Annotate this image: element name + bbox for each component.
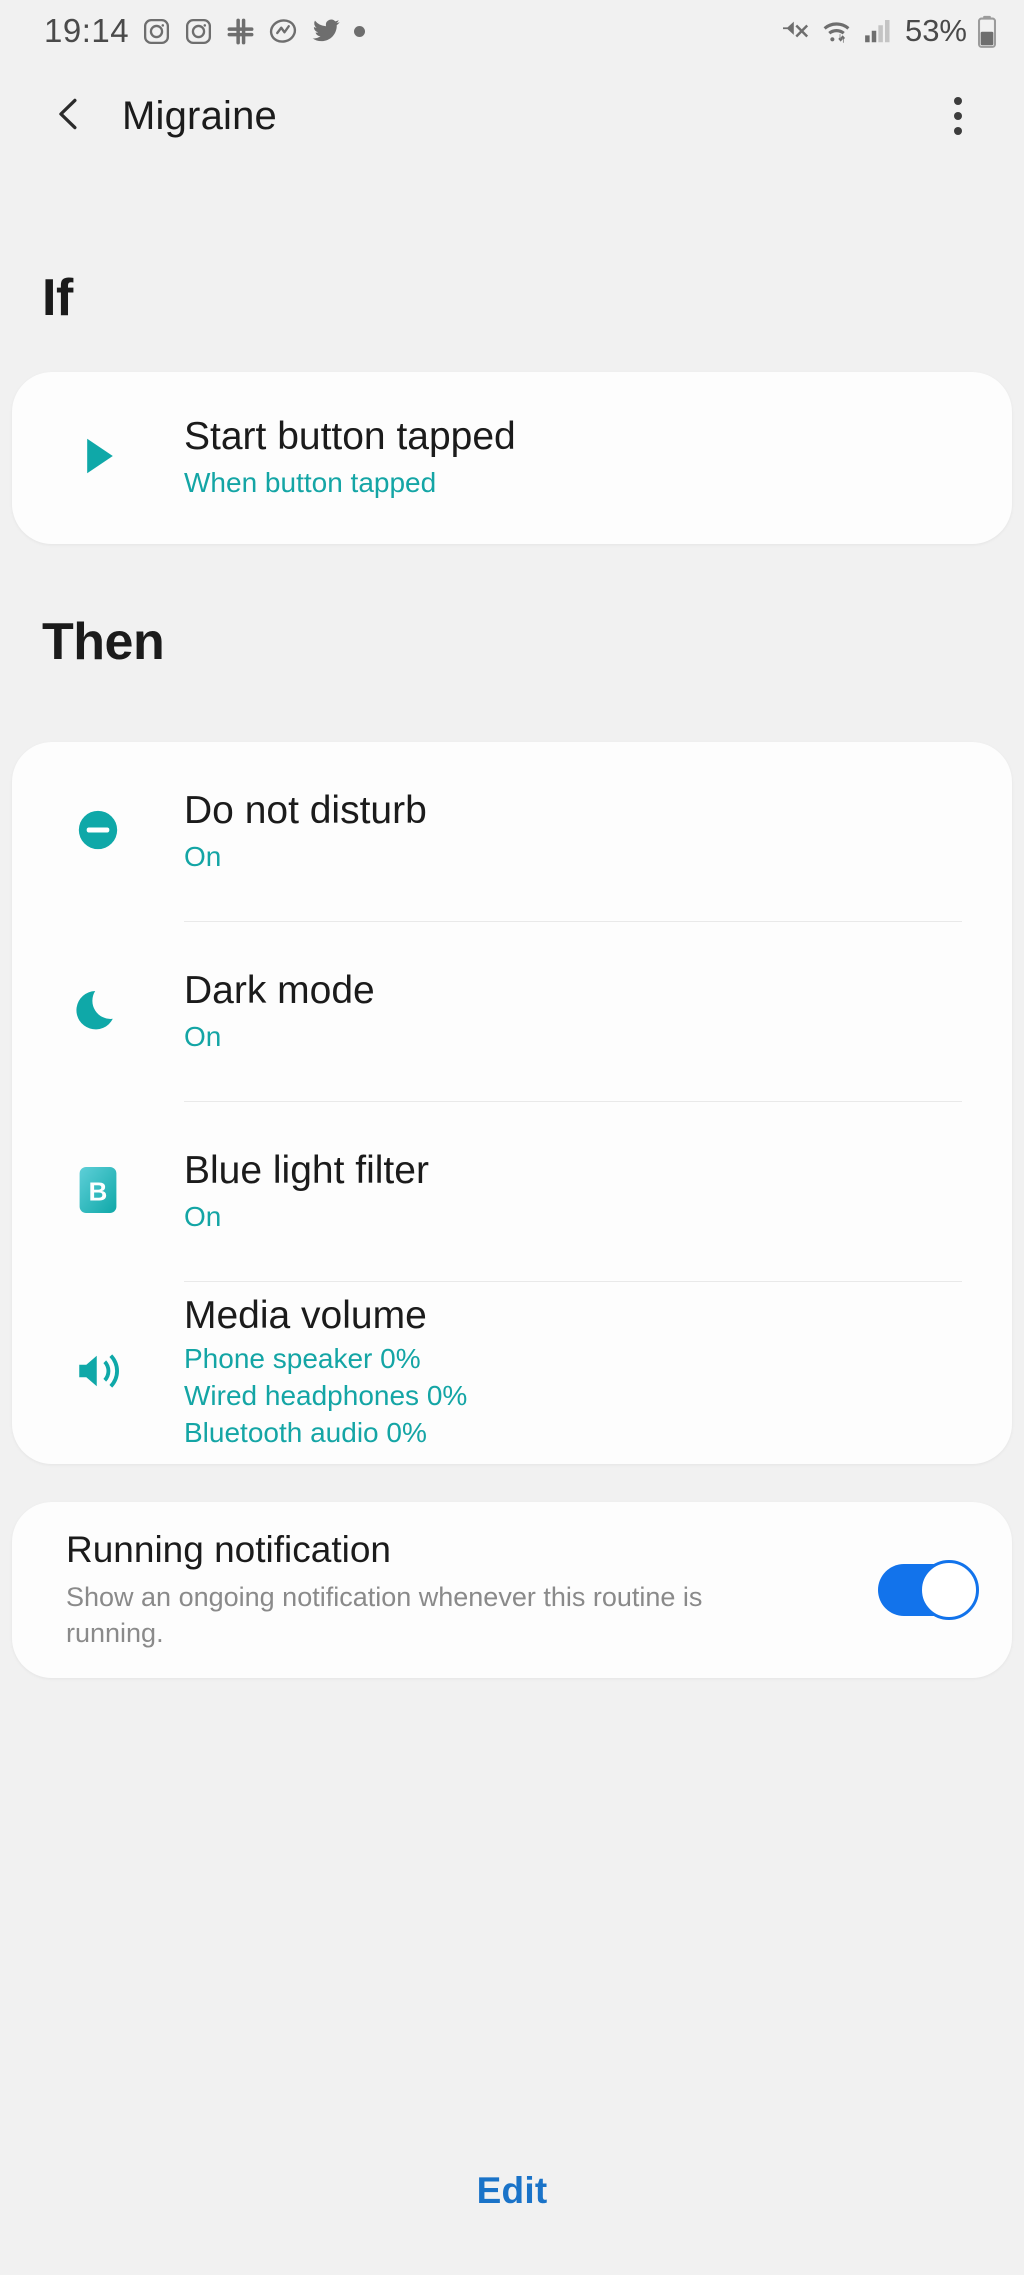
battery-icon [976, 15, 998, 48]
trigger-icon-wrap [12, 432, 184, 485]
trigger-title: Start button tapped [184, 414, 516, 458]
action-title: Dark mode [184, 968, 375, 1012]
action-text: Blue light filter On [184, 1149, 429, 1236]
running-notification-description: Show an ongoing notification whenever th… [66, 1582, 703, 1649]
running-notification-text: Running notification Show an ongoing not… [66, 1528, 766, 1652]
running-notification-toggle[interactable] [878, 1560, 979, 1620]
action-text: Dark mode On [184, 969, 375, 1056]
more-options-button[interactable] [918, 76, 998, 156]
slack-icon [226, 17, 255, 46]
speaker-volume-icon [73, 1346, 123, 1401]
signal-bars-icon [862, 16, 892, 46]
blue-light-filter-icon: B [75, 1163, 121, 1222]
mute-icon [779, 15, 811, 47]
toggle-knob [919, 1560, 979, 1620]
action-subtitle-bluetooth-audio: Bluetooth audio 0% [184, 1417, 427, 1449]
back-button[interactable] [26, 73, 112, 159]
phone-screen: 19:14 53% Migraine If Start button tappe… [0, 0, 1024, 2275]
trigger-row-start-button-tapped[interactable]: Start button tapped When button tapped [12, 372, 1012, 544]
instagram-icon [142, 17, 171, 46]
section-heading-if: If [42, 269, 73, 327]
action-title: Do not disturb [184, 788, 427, 832]
action-title: Media volume [184, 1293, 427, 1337]
status-bar-left: 19:14 [44, 12, 366, 50]
running-notification-card: Running notification Show an ongoing not… [12, 1502, 1012, 1678]
running-notification-row[interactable]: Running notification Show an ongoing not… [12, 1502, 1012, 1678]
action-row-do-not-disturb[interactable]: Do not disturb On [12, 742, 1012, 922]
app-bar: Migraine [0, 62, 1024, 170]
basecamp-icon [268, 16, 298, 46]
battery-percent-label: 53% [904, 13, 967, 48]
action-row-media-volume[interactable]: Media volume Phone speaker 0% Wired head… [12, 1282, 1012, 1464]
dot-icon [354, 25, 366, 37]
instagram-icon [184, 17, 213, 46]
action-subtitle-wired-headphones: Wired headphones 0% [184, 1380, 468, 1412]
action-subtitle: On [184, 1201, 222, 1233]
actions-card: Do not disturb On Dark mode On B Blue li… [12, 742, 1012, 1464]
action-subtitle-phone-speaker: Phone speaker 0% [184, 1343, 421, 1375]
svg-text:B: B [89, 1178, 108, 1206]
status-bar: 19:14 53% [0, 0, 1024, 62]
more-vertical-icon-dot [954, 112, 962, 120]
action-icon-wrap: B [12, 1163, 184, 1222]
action-row-blue-light-filter[interactable]: B Blue light filter On [12, 1102, 1012, 1282]
action-row-dark-mode[interactable]: Dark mode On [12, 922, 1012, 1102]
action-subtitle: On [184, 1021, 222, 1053]
page-title: Migraine [122, 93, 277, 138]
action-icon-wrap [12, 807, 184, 858]
action-subtitle-list: Phone speaker 0% Wired headphones 0% Blu… [184, 1341, 467, 1452]
trigger-subtitle: When button tapped [184, 467, 437, 499]
chevron-left-icon [47, 92, 91, 141]
action-icon-wrap [12, 986, 184, 1039]
action-title: Blue light filter [184, 1148, 429, 1192]
running-notification-title: Running notification [66, 1528, 391, 1570]
crescent-moon-icon [74, 986, 122, 1039]
edit-button[interactable]: Edit [0, 2170, 1024, 2212]
status-bar-clock: 19:14 [44, 12, 130, 49]
twitter-icon [311, 16, 341, 46]
action-text: Media volume Phone speaker 0% Wired head… [184, 1294, 467, 1453]
status-bar-right: 53% [779, 13, 998, 49]
more-vertical-icon [954, 97, 962, 105]
do-not-disturb-icon [75, 807, 121, 858]
play-triangle-icon [74, 432, 122, 485]
trigger-text: Start button tapped When button tapped [184, 415, 516, 502]
action-subtitle: On [184, 841, 222, 873]
trigger-card: Start button tapped When button tapped [12, 372, 1012, 544]
action-icon-wrap [12, 1346, 184, 1401]
more-vertical-icon-dot [954, 127, 962, 135]
wifi-transfer-icon [820, 15, 853, 48]
action-text: Do not disturb On [184, 789, 427, 876]
section-heading-then: Then [42, 613, 165, 671]
